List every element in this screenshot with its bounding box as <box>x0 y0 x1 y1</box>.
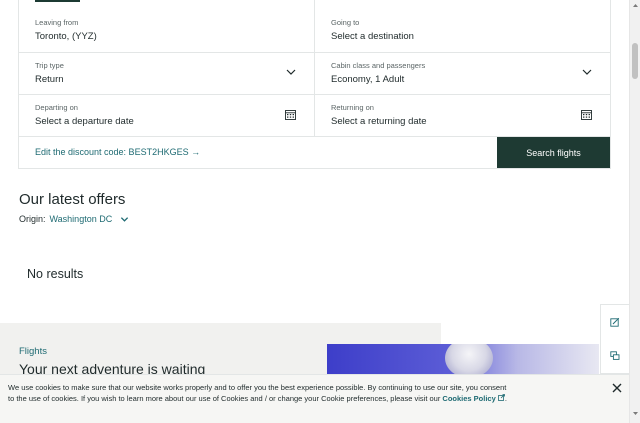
leaving-from-field[interactable]: Leaving from Toronto, (YYZ) <box>19 0 314 52</box>
trip-type-select[interactable]: Trip type Return <box>19 53 314 94</box>
cabin-class-value: Economy, 1 Adult <box>331 74 405 85</box>
search-flights-button[interactable]: Search flights <box>497 137 610 168</box>
return-date-value: Select a returning date <box>331 116 427 127</box>
cabin-class-label: Cabin class and passengers <box>331 61 426 70</box>
dates-row: Departing on Select a departure date Ret… <box>19 94 610 136</box>
scroll-down-arrow-icon[interactable] <box>632 410 639 417</box>
close-icon <box>612 383 622 393</box>
options-row: Trip type Return Cabin class and passeng… <box>19 52 610 94</box>
origin-value: Washington DC <box>49 214 113 224</box>
chevron-down-icon <box>582 69 592 75</box>
calendar-icon <box>285 110 296 120</box>
external-link-icon <box>497 393 505 401</box>
route-row: Leaving from Toronto, (YYZ) Going to Sel… <box>19 0 610 52</box>
going-to-label: Going to <box>331 18 360 27</box>
flight-search-form: Leaving from Toronto, (YYZ) Going to Sel… <box>18 0 611 169</box>
leaving-from-label: Leaving from <box>35 18 79 27</box>
chat-icon <box>610 351 620 360</box>
calendar-icon <box>581 110 592 120</box>
scrollbar-thumb[interactable] <box>632 43 638 79</box>
leaving-from-value: Toronto, (YYZ) <box>35 31 97 42</box>
offers-heading: Our latest offers <box>19 191 126 208</box>
trip-type-label: Trip type <box>35 61 64 70</box>
page-scrollbar[interactable] <box>629 0 640 423</box>
going-to-value: Select a destination <box>331 31 414 42</box>
departure-date-label: Departing on <box>35 103 78 112</box>
cookies-policy-link-text: Cookies Policy <box>442 393 496 403</box>
cookie-close-button[interactable] <box>611 382 623 394</box>
promo-eyebrow: Flights <box>19 346 47 357</box>
departure-date-field[interactable]: Departing on Select a departure date <box>19 95 314 136</box>
origin-selector[interactable]: Origin: Washington DC <box>19 214 129 224</box>
return-date-label: Returning on <box>331 103 374 112</box>
feedback-tool[interactable] <box>601 305 629 339</box>
floating-tools <box>600 304 629 374</box>
return-date-field[interactable]: Returning on Select a returning date <box>314 95 610 136</box>
cabin-class-select[interactable]: Cabin class and passengers Economy, 1 Ad… <box>314 53 610 94</box>
chevron-down-icon <box>121 216 129 222</box>
trip-type-value: Return <box>35 74 64 85</box>
edit-note-icon <box>610 317 620 327</box>
departure-date-value: Select a departure date <box>35 116 134 127</box>
scroll-up-arrow-icon[interactable] <box>632 2 639 9</box>
origin-label: Origin: <box>19 214 46 224</box>
chevron-down-icon <box>286 69 296 75</box>
cookie-text: We use cookies to make sure that our web… <box>8 383 507 403</box>
cookie-message: We use cookies to make sure that our web… <box>8 383 507 403</box>
edit-discount-link[interactable]: Edit the discount code: BEST2HKGES → <box>19 137 497 168</box>
chat-tool[interactable] <box>601 339 629 373</box>
promo-image-subject <box>445 344 493 378</box>
cookies-policy-link[interactable]: Cookies Policy <box>442 393 505 403</box>
going-to-field[interactable]: Going to Select a destination <box>314 0 610 52</box>
discount-row: Edit the discount code: BEST2HKGES → Sea… <box>19 136 610 168</box>
cookie-banner: We use cookies to make sure that our web… <box>0 374 629 423</box>
no-results-message: No results <box>27 267 84 281</box>
